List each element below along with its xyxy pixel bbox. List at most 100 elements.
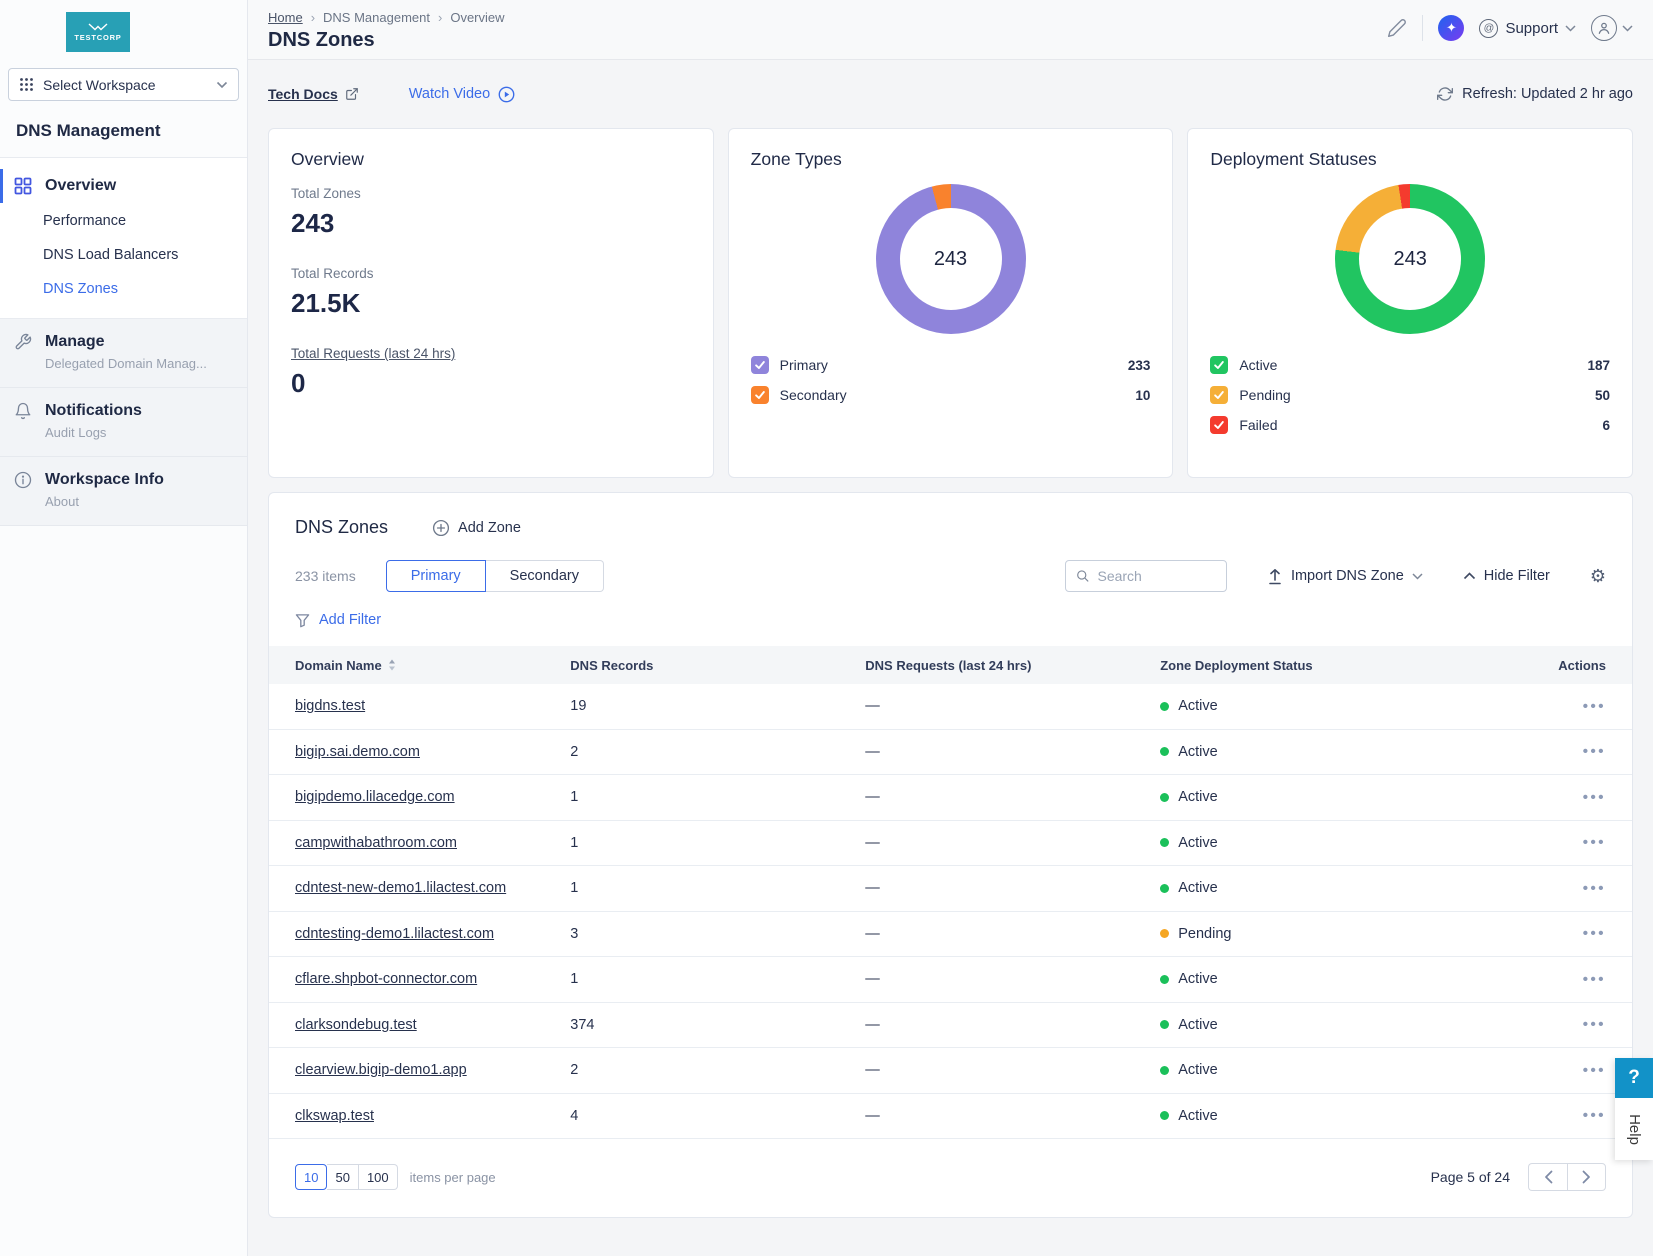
dns-requests-value: — bbox=[865, 744, 1160, 760]
support-menu[interactable]: @ Support bbox=[1479, 19, 1576, 38]
domain-link[interactable]: bigipdemo.lilacedge.com bbox=[295, 789, 455, 805]
legend-checkbox[interactable] bbox=[751, 356, 769, 374]
column-label: Domain Name bbox=[295, 658, 382, 673]
row-actions-menu[interactable]: ••• bbox=[1583, 698, 1606, 715]
help-tab[interactable]: Help bbox=[1615, 1098, 1653, 1160]
row-actions-menu[interactable]: ••• bbox=[1583, 789, 1606, 806]
row-actions-menu[interactable]: ••• bbox=[1583, 1062, 1606, 1079]
status-cell: Active bbox=[1160, 789, 1468, 805]
legend-checkbox[interactable] bbox=[1210, 416, 1228, 434]
table-settings-gear-icon[interactable]: ⚙ bbox=[1590, 567, 1606, 585]
legend-row[interactable]: Secondary 10 bbox=[751, 380, 1151, 410]
legend-row[interactable]: Failed 6 bbox=[1210, 410, 1610, 440]
breadcrumb-home[interactable]: Home bbox=[268, 10, 303, 25]
workspace-selector[interactable]: Select Workspace bbox=[8, 68, 239, 101]
upload-icon bbox=[1267, 568, 1283, 585]
legend-value: 50 bbox=[1595, 388, 1610, 403]
tech-docs-link[interactable]: Tech Docs bbox=[268, 86, 359, 102]
import-dns-zone-button[interactable]: Import DNS Zone bbox=[1267, 568, 1423, 585]
sidebar-item-performance[interactable]: Performance bbox=[0, 204, 247, 238]
chevron-left-icon bbox=[1544, 1170, 1553, 1184]
workspace-selector-label: Select Workspace bbox=[43, 77, 156, 93]
table-title: DNS Zones bbox=[295, 517, 388, 538]
sidebar-item-overview[interactable]: Overview bbox=[0, 168, 247, 204]
dns-records-value: 1 bbox=[570, 789, 865, 805]
column-domain-name[interactable]: Domain Name bbox=[295, 658, 570, 673]
dns-requests-value: — bbox=[865, 926, 1160, 942]
domain-link[interactable]: campwithabathroom.com bbox=[295, 835, 457, 851]
hide-filter-label: Hide Filter bbox=[1484, 568, 1550, 584]
next-page-button[interactable] bbox=[1567, 1163, 1606, 1191]
row-actions-menu[interactable]: ••• bbox=[1583, 1016, 1606, 1033]
row-actions-menu[interactable]: ••• bbox=[1583, 880, 1606, 897]
row-actions-menu[interactable]: ••• bbox=[1583, 971, 1606, 988]
column-dns-requests: DNS Requests (last 24 hrs) bbox=[865, 658, 1160, 673]
status-dot bbox=[1160, 1111, 1169, 1120]
card-title: Zone Types bbox=[751, 149, 1151, 170]
legend-row[interactable]: Primary 233 bbox=[751, 350, 1151, 380]
status-label: Active bbox=[1178, 744, 1218, 760]
dns-requests-value: — bbox=[865, 789, 1160, 805]
legend-checkbox[interactable] bbox=[1210, 386, 1228, 404]
top-header: Home › DNS Management › Overview DNS Zon… bbox=[248, 0, 1653, 60]
legend-label: Failed bbox=[1239, 417, 1277, 433]
sidebar-item-notifications[interactable]: Notifications Audit Logs bbox=[0, 388, 247, 457]
legend-row[interactable]: Pending 50 bbox=[1210, 380, 1610, 410]
breadcrumb-overview[interactable]: Overview bbox=[450, 10, 504, 25]
domain-link[interactable]: cflare.shpbot-connector.com bbox=[295, 971, 477, 987]
status-cell: Active bbox=[1160, 744, 1468, 760]
domain-link[interactable]: bigip.sai.demo.com bbox=[295, 744, 420, 760]
check-icon bbox=[1213, 389, 1225, 401]
donut-total: 243 bbox=[934, 248, 967, 271]
legend-checkbox[interactable] bbox=[751, 386, 769, 404]
domain-link[interactable]: clkswap.test bbox=[295, 1108, 374, 1124]
domain-link[interactable]: bigdns.test bbox=[295, 698, 365, 714]
search-input[interactable] bbox=[1097, 568, 1215, 584]
legend-checkbox[interactable] bbox=[1210, 356, 1228, 374]
add-filter-button[interactable]: Add Filter bbox=[269, 612, 1632, 628]
domain-link[interactable]: clearview.bigip-demo1.app bbox=[295, 1062, 467, 1078]
sidebar-item-dns-zones[interactable]: DNS Zones bbox=[0, 272, 247, 306]
search-box bbox=[1065, 560, 1227, 592]
tab-primary[interactable]: Primary bbox=[386, 560, 486, 592]
tab-secondary[interactable]: Secondary bbox=[486, 560, 604, 592]
stat-label-link[interactable]: Total Requests (last 24 hrs) bbox=[291, 346, 691, 361]
legend-label: Secondary bbox=[780, 387, 847, 403]
table-row: campwithabathroom.com 1 — Active ••• bbox=[269, 821, 1632, 867]
stat-value: 0 bbox=[291, 368, 691, 399]
dns-requests-value: — bbox=[865, 835, 1160, 851]
domain-link[interactable]: clarksondebug.test bbox=[295, 1017, 417, 1033]
hide-filter-button[interactable]: Hide Filter bbox=[1463, 568, 1550, 584]
previous-page-button[interactable] bbox=[1528, 1163, 1567, 1191]
sidebar-item-workspace-info[interactable]: Workspace Info About bbox=[0, 457, 247, 526]
stat-total-zones: Total Zones 243 bbox=[291, 186, 691, 239]
row-actions-menu[interactable]: ••• bbox=[1583, 925, 1606, 942]
sidebar-item-manage[interactable]: Manage Delegated Domain Manag... bbox=[0, 319, 247, 388]
row-actions-menu[interactable]: ••• bbox=[1583, 834, 1606, 851]
user-menu[interactable] bbox=[1591, 15, 1633, 41]
legend-row[interactable]: Active 187 bbox=[1210, 350, 1610, 380]
breadcrumb-dns-management[interactable]: DNS Management bbox=[323, 10, 430, 25]
domain-link[interactable]: cdntest-new-demo1.lilactest.com bbox=[295, 880, 506, 896]
logo-text: TESTCORP bbox=[74, 33, 121, 42]
support-label: Support bbox=[1505, 20, 1558, 37]
sort-icon[interactable] bbox=[388, 659, 396, 671]
dns-records-value: 1 bbox=[570, 835, 865, 851]
ai-assistant-icon[interactable]: ✦ bbox=[1438, 15, 1464, 41]
page-size-50[interactable]: 50 bbox=[327, 1164, 358, 1190]
page-size-100[interactable]: 100 bbox=[359, 1164, 398, 1190]
help-question-button[interactable]: ? bbox=[1615, 1058, 1653, 1098]
theme-brush-icon[interactable] bbox=[1387, 18, 1407, 38]
page-size-10[interactable]: 10 bbox=[295, 1164, 327, 1190]
watch-video-link[interactable]: Watch Video bbox=[409, 86, 515, 103]
sidebar-item-dns-load-balancers[interactable]: DNS Load Balancers bbox=[0, 238, 247, 272]
domain-link[interactable]: cdntesting-demo1.lilactest.com bbox=[295, 926, 494, 942]
table-row: bigip.sai.demo.com 2 — Active ••• bbox=[269, 730, 1632, 776]
legend-value: 10 bbox=[1135, 388, 1150, 403]
refresh-button[interactable]: Refresh: Updated 2 hr ago bbox=[1437, 86, 1633, 102]
sidebar-item-workspace-info-subtitle: About bbox=[14, 494, 231, 509]
add-zone-button[interactable]: Add Zone bbox=[432, 519, 521, 537]
zone-types-card: Zone Types 243 Primary 233 bbox=[728, 128, 1174, 478]
row-actions-menu[interactable]: ••• bbox=[1583, 743, 1606, 760]
row-actions-menu[interactable]: ••• bbox=[1583, 1107, 1606, 1124]
